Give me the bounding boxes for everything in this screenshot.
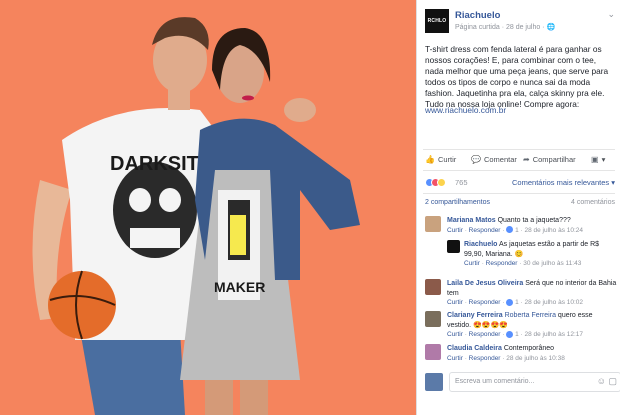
comment-reply-link[interactable]: Responder — [469, 355, 501, 362]
share-label: Compartilhar — [532, 155, 576, 164]
comment-author[interactable]: Clariany Ferreira — [447, 312, 503, 319]
comment-meta: Curtir · Responder · 28 de julho às 10:3… — [447, 354, 565, 362]
comment-icon: 💬 — [471, 155, 481, 164]
comment-text: Quanto ta a jaqueta??? — [497, 217, 571, 224]
like-label: Curtir — [437, 155, 457, 164]
divider — [423, 193, 615, 194]
comment-time[interactable]: 30 de julho às 11:43 — [523, 260, 581, 267]
post-meta-text: Página curtida · 28 de julho · — [455, 24, 547, 31]
emoji-icon[interactable]: ☺ — [597, 376, 606, 386]
comment-body: Clariany Ferreira Roberta Ferreira quero… — [447, 311, 617, 340]
comment-body: Mariana Matos Quanto ta a jaqueta??? Cur… — [447, 216, 617, 236]
comment-count: 4 comentários — [571, 199, 615, 206]
page-logo[interactable]: RCHLO — [425, 9, 449, 33]
comment-input-icons: ☺ ▢ — [597, 376, 617, 387]
audience-selector[interactable]: ▣ ▾ — [591, 155, 605, 164]
avatar[interactable] — [425, 216, 441, 232]
thumbs-up-icon: 👍 — [425, 155, 435, 164]
like-button[interactable]: 👍 Curtir — [425, 155, 456, 164]
comment-time[interactable]: 28 de julho às 10:24 — [524, 227, 583, 234]
comment-like-count: 1 — [515, 226, 519, 234]
post-meta: Página curtida · 28 de julho · 🌐 — [455, 23, 555, 31]
post-header: RCHLO Riachuelo Página curtida · 28 de j… — [425, 9, 615, 35]
post-photo[interactable]: DARKSIT MAKER — [0, 0, 416, 415]
comment-like-count: 1 — [515, 299, 519, 306]
share-button[interactable]: ➦ Compartilhar — [523, 155, 576, 164]
avatar[interactable] — [425, 279, 441, 295]
comment-reply-link[interactable]: Responder — [469, 227, 501, 234]
divider — [423, 170, 615, 171]
share-count[interactable]: 2 compartilhamentos — [425, 199, 490, 206]
chevron-down-icon[interactable]: ⌄ — [607, 9, 615, 20]
comment-author[interactable]: Claudia Caldeira — [447, 345, 502, 352]
write-comment-box: Escreva um comentário... ☺ ▢ — [425, 372, 620, 392]
shirt-text-darksit: DARKSIT — [110, 153, 199, 175]
post-link[interactable]: www.riachuelo.com.br — [425, 105, 506, 115]
comment-body: Riachuelo As jaquetas estão a partir de … — [464, 240, 616, 269]
comment-author[interactable]: Riachuelo — [464, 241, 497, 248]
globe-icon: 🌐 — [546, 24, 556, 31]
comment-sort-dropdown[interactable]: Comentários mais relevantes ▾ — [512, 178, 615, 187]
comment-meta: Curtir · Responder · 1 · 28 de julho às … — [447, 330, 584, 338]
page-avatar-icon: ▣ — [591, 155, 599, 164]
divider — [423, 149, 615, 150]
post-actions: 👍 Curtir 💬 Comentar ➦ Compartilhar ▣ ▾ — [425, 155, 617, 167]
chevron-down-icon: ▾ — [601, 155, 606, 164]
avatar[interactable] — [425, 311, 441, 327]
comment-tag[interactable]: Roberta Ferreira — [505, 312, 556, 319]
comment-body: Laila De Jesus Oliveira Será que no inte… — [447, 279, 617, 308]
share-count-row: 2 compartilhamentos 4 comentários — [425, 199, 615, 206]
avatar — [425, 373, 443, 391]
post-panel: RCHLO Riachuelo Página curtida · 28 de j… — [416, 0, 620, 415]
comment-body: Claudia Caldeira Contemporâneo Curtir · … — [447, 344, 617, 364]
like-badge-icon — [506, 330, 514, 338]
share-icon: ➦ — [523, 155, 530, 164]
like-badge-icon — [506, 226, 514, 234]
avatar[interactable] — [447, 240, 460, 253]
comment-button[interactable]: 💬 Comentar — [471, 155, 517, 164]
post-text: T-shirt dress com fenda lateral é para g… — [425, 44, 609, 109]
comment-reply-link[interactable]: Responder — [469, 331, 501, 338]
comment-like-link[interactable]: Curtir — [447, 227, 463, 234]
comment-meta: Curtir · Responder · 1 · 28 de julho às … — [447, 298, 584, 306]
comment-reply-link[interactable]: Responder — [486, 260, 518, 267]
comment-label: Comentar — [483, 155, 517, 164]
comment-time[interactable]: 28 de julho às 12:17 — [524, 331, 583, 338]
comment-text: Contemporâneo — [503, 345, 555, 352]
reactions-row: 765 Comentários mais relevantes ▾ — [425, 177, 615, 189]
comment-time[interactable]: 28 de julho às 10:38 — [506, 355, 565, 362]
comment-reply-link[interactable]: Responder — [469, 299, 501, 306]
reaction-count[interactable]: 765 — [455, 178, 468, 187]
comment-like-link[interactable]: Curtir — [464, 260, 480, 267]
comment-like-link[interactable]: Curtir — [447, 355, 463, 362]
dress-text-maker: MAKER — [214, 279, 265, 295]
comment-meta: Curtir · Responder · 1 · 28 de julho às … — [447, 226, 584, 234]
comment-author[interactable]: Mariana Matos — [447, 217, 496, 224]
comment-author[interactable]: Laila De Jesus Oliveira — [447, 280, 523, 287]
comment-like-count: 1 — [515, 331, 519, 338]
comment-input[interactable]: Escreva um comentário... — [449, 372, 620, 392]
comment-like-link[interactable]: Curtir — [447, 299, 463, 306]
avatar[interactable] — [425, 344, 441, 360]
comment-meta: Curtir · Responder · 30 de julho às 11:4… — [464, 260, 582, 267]
comment-time[interactable]: 28 de julho às 10:02 — [524, 299, 583, 306]
camera-icon[interactable]: ▢ — [608, 376, 617, 386]
page-name-link[interactable]: Riachuelo — [455, 10, 500, 21]
photo-illustration: DARKSIT MAKER — [0, 0, 416, 415]
wow-reaction-icon[interactable] — [437, 177, 446, 187]
like-badge-icon — [506, 298, 514, 306]
comment-like-link[interactable]: Curtir — [447, 331, 463, 338]
